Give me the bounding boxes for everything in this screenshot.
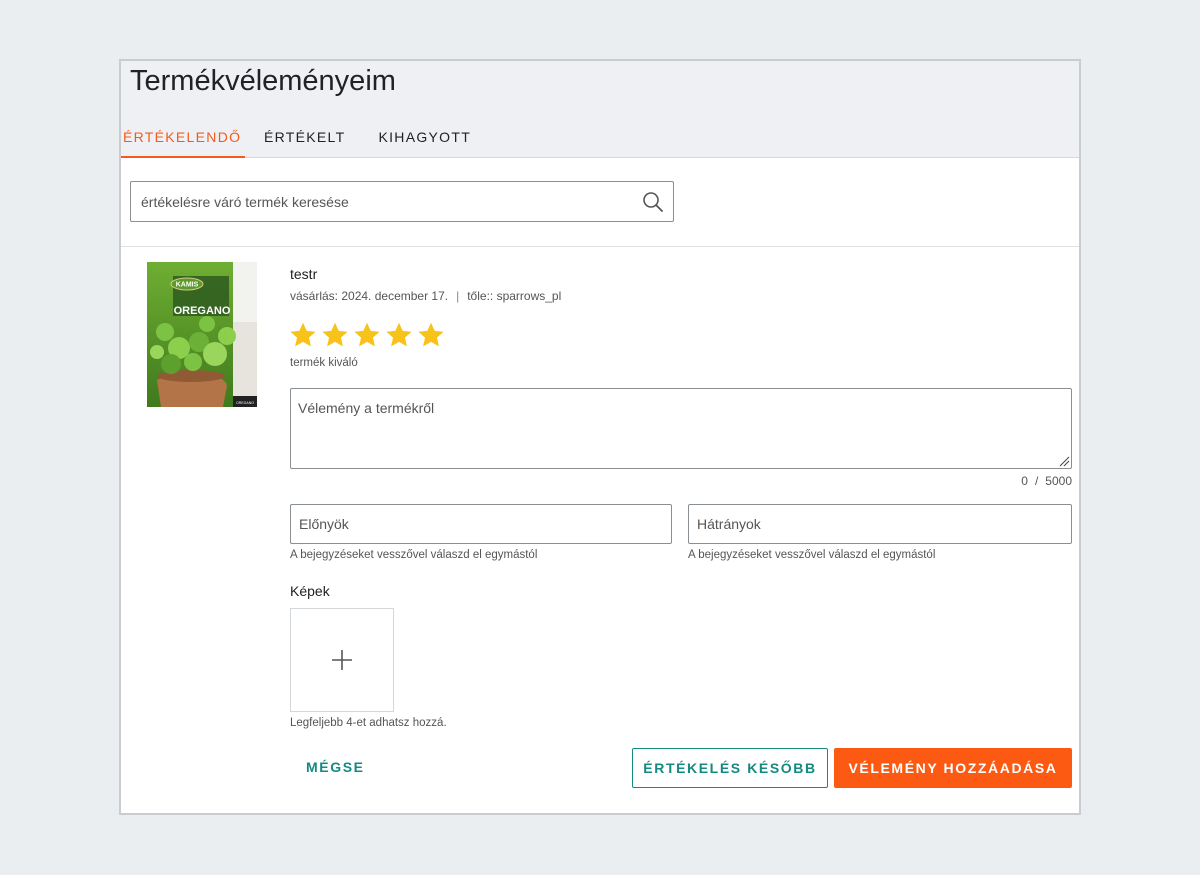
resize-handle-icon[interactable] <box>1058 455 1070 467</box>
pros-field <box>290 504 672 544</box>
plus-icon <box>332 650 352 670</box>
char-counter: 0 / 5000 <box>1021 474 1072 488</box>
svg-text:OREGANO: OREGANO <box>236 401 254 405</box>
search-icon[interactable] <box>642 191 664 213</box>
tab-bar: ÉRTÉKELENDŐ ÉRTÉKELT KIHAGYOTT <box>121 129 471 158</box>
char-count-slash: / <box>1034 474 1039 488</box>
section-divider <box>121 246 1079 247</box>
cons-hint: A bejegyzéseket vesszővel válaszd el egy… <box>688 549 936 561</box>
review-later-button[interactable]: ÉRTÉKELÉS KÉSŐBB <box>632 748 828 788</box>
svg-text:KAMIS: KAMIS <box>176 282 199 289</box>
star-icon[interactable] <box>321 321 349 349</box>
add-review-button[interactable]: VÉLEMÉNY HOZZÁADÁSA <box>834 748 1072 788</box>
tab-skipped[interactable]: KIHAGYOTT <box>376 129 471 158</box>
cons-field <box>688 504 1072 544</box>
pros-input[interactable] <box>291 505 671 543</box>
star-rating[interactable] <box>289 321 445 349</box>
rating-label: termék kiváló <box>290 357 358 369</box>
svg-text:OREGANO: OREGANO <box>174 305 231 317</box>
search-input[interactable] <box>131 182 631 221</box>
page-title: Termékvéleményeim <box>130 65 396 97</box>
char-count-current: 0 <box>1021 474 1028 488</box>
char-count-max: 5000 <box>1045 474 1072 488</box>
review-box <box>290 388 1072 469</box>
tab-to-review[interactable]: ÉRTÉKELENDŐ <box>121 129 245 158</box>
pros-hint: A bejegyzéseket vesszővel válaszd el egy… <box>290 549 538 561</box>
page-header: Termékvéleményeim ÉRTÉKELENDŐ ÉRTÉKELT K… <box>121 61 1079 158</box>
cancel-button[interactable]: MÉGSE <box>290 748 390 788</box>
search-box <box>130 181 674 222</box>
product-image: KAMIS OREGANO OREGANO <box>147 262 257 407</box>
purchase-date: vásárlás: 2024. december 17. <box>290 289 449 303</box>
star-icon[interactable] <box>353 321 381 349</box>
product-meta: vásárlás: 2024. december 17. | től​e:: spa… <box>290 289 561 303</box>
review-textarea[interactable] <box>291 389 1071 468</box>
star-icon[interactable] <box>289 321 317 349</box>
images-label: Képek <box>290 583 330 599</box>
seller-name: től​e:: sparrows_pl <box>467 289 562 303</box>
star-icon[interactable] <box>385 321 413 349</box>
meta-separator: | <box>456 289 460 303</box>
add-image-button[interactable] <box>290 608 394 712</box>
cons-input[interactable] <box>689 505 1071 543</box>
tab-reviewed[interactable]: ÉRTÉKELT <box>262 129 345 158</box>
images-hint: Legfeljebb 4-et adhatsz hozzá. <box>290 717 447 729</box>
star-icon[interactable] <box>417 321 445 349</box>
reviews-card: Termékvéleményeim ÉRTÉKELENDŐ ÉRTÉKELT K… <box>119 59 1081 815</box>
product-name: testr <box>290 266 318 282</box>
